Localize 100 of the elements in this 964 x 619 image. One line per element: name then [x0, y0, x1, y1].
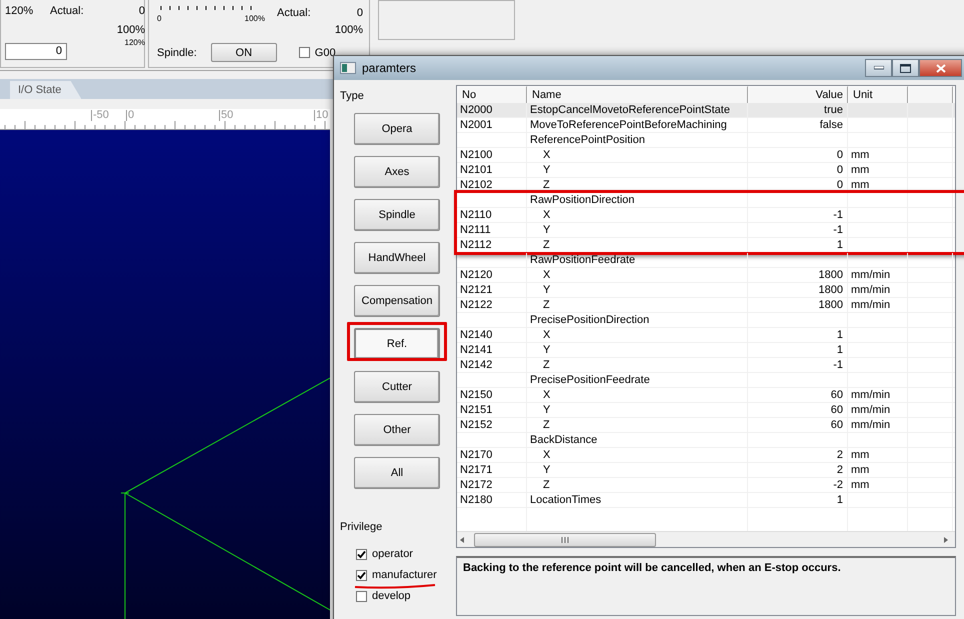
table-cell: mm: [848, 148, 908, 163]
table-row[interactable]: N2180 LocationTimes 1: [457, 493, 955, 508]
percent-text: 100%: [116, 24, 145, 36]
table-row[interactable]: N2122 Z 1800 mm/min: [457, 298, 955, 313]
description-text: Backing to the reference point will be cancelled, when an E-stop occurs.: [456, 556, 956, 616]
table-cell: mm: [848, 448, 908, 463]
table-cell: N2150: [457, 388, 527, 403]
on-button[interactable]: ON: [210, 43, 277, 62]
table-cell: Z: [527, 418, 748, 433]
spindle-label: Spindle:: [157, 46, 197, 58]
type-button[interactable]: Axes: [354, 156, 440, 188]
ruler-label: 10: [314, 110, 328, 121]
checkbox-label: G00: [314, 46, 336, 58]
table-cell: -2: [748, 478, 848, 493]
table-cell: 1: [748, 343, 848, 358]
table-cell: N2141: [457, 343, 527, 358]
type-button[interactable]: HandWheel: [354, 242, 440, 274]
type-button[interactable]: Ref.: [354, 328, 440, 360]
maximize-button[interactable]: [892, 59, 919, 77]
table-cell: mm/min: [848, 403, 908, 418]
type-button[interactable]: Opera: [354, 113, 440, 145]
table-row[interactable]: RawPositionDirection: [457, 193, 955, 208]
scroll-left-icon[interactable]: [460, 536, 464, 542]
table-row[interactable]: N2140 X 1: [457, 328, 955, 343]
table-row[interactable]: N2101 Y 0 mm: [457, 163, 955, 178]
table-row[interactable]: N2121 Y 1800 mm/min: [457, 283, 955, 298]
actual-value: 0: [356, 6, 363, 18]
window-title: paramters: [362, 61, 416, 75]
table-row[interactable]: BackDistance: [457, 433, 955, 448]
table-cell: 60: [748, 388, 848, 403]
checkbox[interactable]: [356, 570, 367, 580]
actual-label: Actual:: [277, 6, 311, 18]
table-cell: N2001: [457, 118, 527, 133]
scroll-right-icon[interactable]: [944, 536, 948, 542]
table-row[interactable]: N2102 Z 0 mm: [457, 178, 955, 193]
table-cell: N2000: [457, 103, 527, 118]
type-button[interactable]: Other: [354, 414, 440, 446]
table-row[interactable]: N2142 Z -1: [457, 358, 955, 373]
scale-max: 100%: [244, 14, 265, 23]
table-row[interactable]: N2112 Z 1: [457, 238, 955, 253]
type-button[interactable]: Compensation: [354, 285, 440, 317]
table-cell: RawPositionFeedrate: [527, 253, 748, 268]
horizontal-scrollbar[interactable]: [457, 531, 955, 547]
table-row[interactable]: N2000 EstopCancelMovetoReferencePointState true: [457, 103, 955, 118]
table-cell: 60: [748, 403, 848, 418]
table-cell: N2110: [457, 208, 527, 223]
table-cell: Y: [527, 403, 748, 418]
table-row[interactable]: PrecisePositionFeedrate: [457, 373, 955, 388]
table-cell: BackDistance: [527, 433, 748, 448]
table-row[interactable]: N2100 X 0 mm: [457, 148, 955, 163]
table-cell: N2102: [457, 178, 527, 193]
table-row[interactable]: ReferencePointPosition: [457, 133, 955, 148]
table-cell: mm: [848, 178, 908, 193]
table-row[interactable]: N2172 Z -2 mm: [457, 478, 955, 493]
table-row[interactable]: N2152 Z 60 mm/min: [457, 418, 955, 433]
table-cell: Y: [527, 463, 748, 478]
minimize-button[interactable]: [865, 59, 892, 77]
table-row[interactable]: RawPositionFeedrate: [457, 253, 955, 268]
table-cell: RawPositionDirection: [527, 193, 748, 208]
table-cell: Y: [527, 223, 748, 238]
actual-label: Actual:: [50, 5, 85, 17]
table-cell: 2: [748, 448, 848, 463]
table-row[interactable]: N2120 X 1800 mm/min: [457, 268, 955, 283]
type-button[interactable]: Spindle: [354, 199, 440, 231]
table-cell: Y: [527, 343, 748, 358]
table-cell: 2: [748, 463, 848, 478]
table-row[interactable]: N2110 X -1: [457, 208, 955, 223]
table-cell: N2152: [457, 418, 527, 433]
table-row[interactable]: N2001 MoveToReferencePointBeforeMachining false: [457, 118, 955, 133]
table-cell: true: [748, 103, 848, 118]
close-button[interactable]: [919, 59, 962, 77]
checkbox[interactable]: [356, 548, 367, 560]
tab[interactable]: I/O State: [10, 81, 82, 99]
table-cell: N2170: [457, 448, 527, 463]
type-button[interactable]: Cutter: [354, 371, 440, 403]
type-button[interactable]: All: [354, 457, 440, 489]
table-cell: 0: [748, 163, 848, 178]
table-cell: mm/min: [848, 388, 908, 403]
table-row[interactable]: N2170 X 2 mm: [457, 448, 955, 463]
grip-icon: [561, 536, 569, 542]
table-cell: 0: [748, 178, 848, 193]
table-cell: LocationTimes: [527, 493, 748, 508]
table-cell: 60: [748, 418, 848, 433]
table-cell: Z: [527, 178, 748, 193]
table-cell: mm: [848, 463, 908, 478]
table-cell: Z: [527, 238, 748, 253]
table-row[interactable]: N2150 X 60 mm/min: [457, 388, 955, 403]
table-cell: 1800: [748, 298, 848, 313]
table-row[interactable]: N2151 Y 60 mm/min: [457, 403, 955, 418]
table-row[interactable]: N2111 Y -1: [457, 223, 955, 238]
percent-text: 100%: [334, 24, 363, 36]
table-cell: N2172: [457, 478, 527, 493]
table-row[interactable]: PrecisePositionDirection: [457, 313, 955, 328]
input-field[interactable]: 0: [5, 42, 67, 60]
table-row[interactable]: N2171 Y 2 mm: [457, 463, 955, 478]
checkbox[interactable]: [298, 47, 310, 58]
table-row[interactable]: N2141 Y 1: [457, 343, 955, 358]
table-cell: -1: [748, 208, 848, 223]
checkbox[interactable]: [356, 590, 367, 602]
table-cell: N2180: [457, 493, 527, 508]
